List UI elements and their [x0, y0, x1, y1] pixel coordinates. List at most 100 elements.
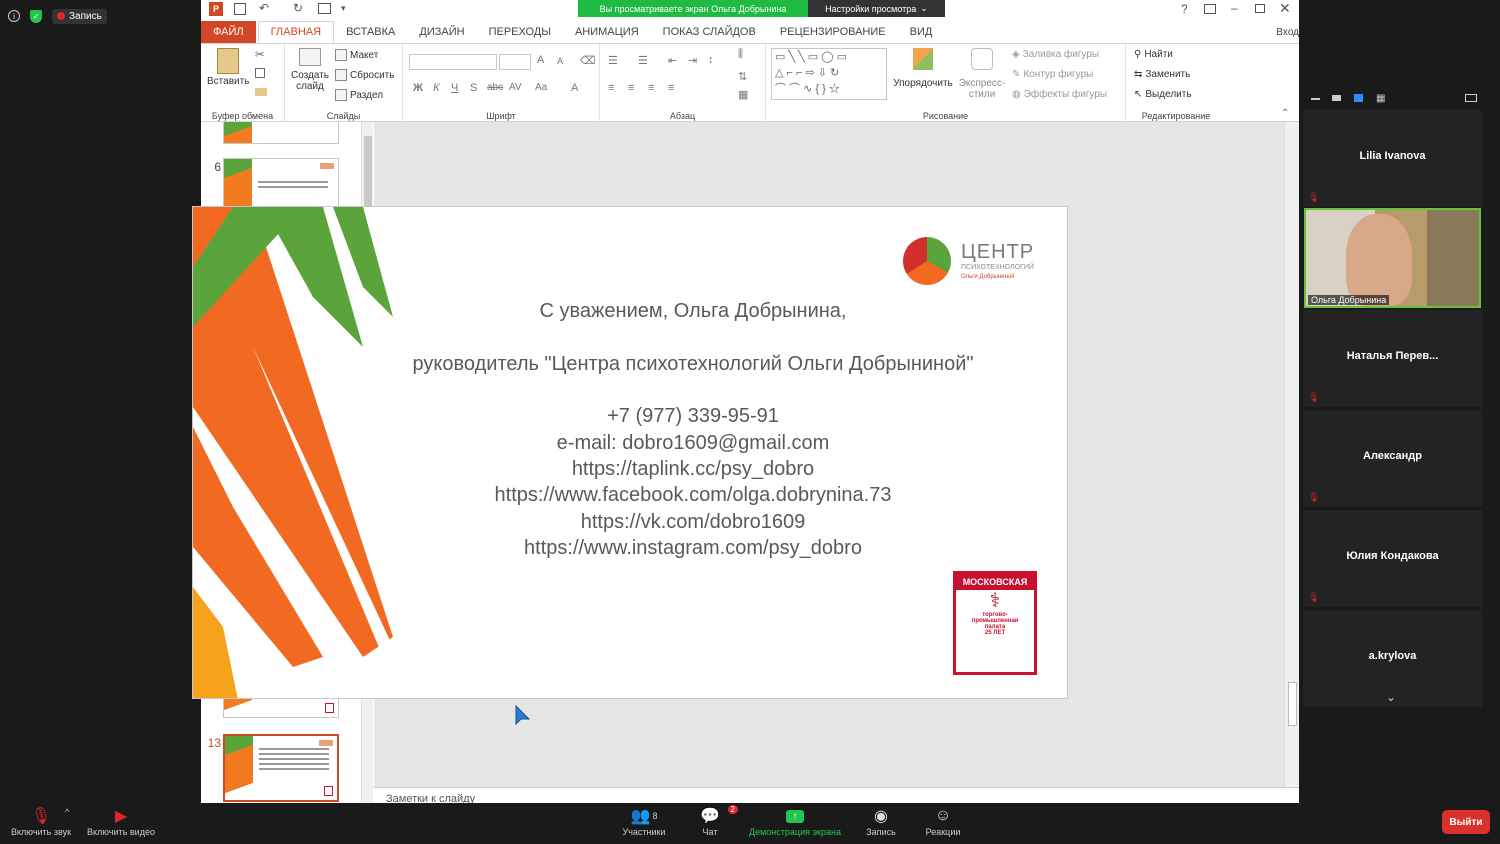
participant-video-tile[interactable]: Ольга Добрынина	[1304, 208, 1481, 308]
reset-button[interactable]: Сбросить	[335, 69, 394, 81]
tab-transitions[interactable]: ПЕРЕХОДЫ	[477, 21, 563, 43]
clear-format-icon[interactable]: ⌫	[580, 54, 596, 67]
font-color-icon[interactable]: A	[571, 82, 578, 94]
quick-styles-button[interactable]: Экспресс- стили	[956, 48, 1008, 100]
cut-icon[interactable]: ✂	[255, 48, 264, 61]
chat-button[interactable]: 💬 2 Чат	[690, 805, 738, 837]
line-spacing-icon[interactable]: ↕	[708, 54, 714, 66]
save-icon[interactable]	[234, 3, 246, 15]
start-video-button[interactable]: ▶ Включить видео	[84, 805, 158, 837]
format-painter-icon[interactable]	[255, 88, 267, 96]
tab-file[interactable]: ФАЙЛ	[201, 21, 256, 43]
smartart-icon[interactable]: ▦	[738, 88, 748, 101]
redo-icon[interactable]: ↻	[293, 1, 303, 15]
new-slide-button[interactable]: Создать слайд	[289, 48, 331, 92]
text-direction-icon[interactable]: ⇅	[738, 70, 747, 83]
close-icon[interactable]: ✕	[1279, 0, 1291, 17]
shield-icon[interactable]: ✓	[30, 9, 42, 23]
tab-review[interactable]: РЕЦЕНЗИРОВАНИЕ	[768, 21, 898, 43]
participant-name: Александр	[1363, 450, 1422, 462]
tab-design[interactable]: ДИЗАЙН	[407, 21, 476, 43]
scrollbar-thumb[interactable]	[1288, 682, 1297, 726]
help-icon[interactable]: ?	[1181, 2, 1188, 16]
zoom-top-bar: i ✓ Запись	[0, 0, 201, 32]
tab-insert[interactable]: ВСТАВКА	[334, 21, 407, 43]
speaker-view-icon[interactable]	[1332, 95, 1341, 101]
shrink-font-icon[interactable]: A	[557, 56, 563, 66]
share-screen-button[interactable]: ↑ Демонстрация экрана	[745, 805, 845, 837]
restore-icon[interactable]	[1255, 4, 1265, 13]
increase-indent-icon[interactable]: ⇥	[688, 54, 697, 67]
reactions-button[interactable]: ☺ Реакции	[920, 805, 966, 837]
decrease-indent-icon[interactable]: ⇤	[668, 54, 677, 67]
recording-indicator[interactable]: Запись	[52, 8, 107, 24]
notes-pane[interactable]: Заметки к слайду	[374, 787, 1299, 805]
tab-animations[interactable]: АНИМАЦИЯ	[563, 21, 651, 43]
align-center-icon[interactable]: ≡	[628, 82, 634, 94]
bold-icon[interactable]: Ж	[413, 82, 423, 94]
align-right-icon[interactable]: ≡	[648, 82, 654, 94]
ribbon: Вставить ✂ Буфер обмена Создать слайд Ма…	[201, 43, 1299, 122]
italic-icon[interactable]: К	[433, 82, 439, 94]
editor-scrollbar[interactable]	[1284, 122, 1299, 787]
shapes-gallery[interactable]: ▭ ╲ ╲ ▭ ◯ ▭ △ ⌐ ⌐ ⇨ ⇩ ↻ ⌒ ⌒ ∿ { } ☆	[771, 48, 887, 100]
participant-tile[interactable]: Lilia Ivanova 🎙	[1303, 110, 1482, 207]
copy-icon[interactable]	[255, 68, 265, 78]
layout-button[interactable]: Макет	[335, 49, 378, 61]
numbering-icon[interactable]: ☰	[638, 54, 648, 67]
view-settings-button[interactable]: Настройки просмотра ⌄	[808, 0, 945, 17]
font-name-select[interactable]	[409, 54, 497, 70]
arrange-button[interactable]: Упорядочить	[890, 48, 956, 89]
customize-qat-icon[interactable]: ▾	[341, 3, 346, 14]
paste-button[interactable]: Вставить	[207, 48, 249, 87]
tab-home[interactable]: ГЛАВНАЯ	[257, 21, 335, 43]
grid-view-icon[interactable]: ▦	[1376, 93, 1385, 104]
spacing-icon[interactable]: AV	[509, 82, 522, 93]
record-button[interactable]: ◉ Запись	[860, 805, 902, 837]
slide-thumbnail-selected[interactable]: 13	[201, 734, 361, 803]
shape-effects-button[interactable]: ◍ Эффекты фигуры	[1012, 89, 1107, 100]
find-button[interactable]: ⚲ Найти	[1134, 49, 1173, 60]
tab-view[interactable]: ВИД	[898, 21, 945, 43]
select-button[interactable]: ↖ Выделить	[1134, 89, 1192, 100]
section-button[interactable]: Раздел	[335, 89, 383, 101]
current-slide[interactable]: ЦЕНТР ПСИХОТЕХНОЛОГИЙ Ольги Добрыниной С…	[192, 206, 1068, 699]
collapse-ribbon-icon[interactable]: ⌃	[1281, 108, 1289, 119]
section-label: Раздел	[350, 89, 384, 101]
undo-icon[interactable]: ↶	[259, 1, 269, 15]
minimize-view-icon[interactable]	[1311, 98, 1320, 100]
shape-fill-button[interactable]: ◈ Заливка фигуры	[1012, 49, 1099, 60]
justify-icon[interactable]: ≡	[668, 82, 674, 94]
bullets-icon[interactable]: ☰	[608, 54, 618, 67]
shadow-icon[interactable]: S	[470, 82, 477, 94]
grow-font-icon[interactable]: A	[537, 54, 544, 66]
tab-slideshow[interactable]: ПОКАЗ СЛАЙДОВ	[651, 21, 768, 43]
replace-button[interactable]: ⇆ Заменить	[1134, 69, 1190, 80]
cursor-icon: ↖	[1134, 89, 1143, 100]
shape-outline-button[interactable]: ✎ Контур фигуры	[1012, 69, 1093, 80]
strip-view-icon[interactable]	[1354, 94, 1363, 102]
change-case-icon[interactable]: Aa	[535, 82, 547, 93]
columns-icon[interactable]: ⫼	[738, 48, 743, 61]
slideshow-icon[interactable]	[318, 3, 331, 14]
participant-video-face	[1346, 214, 1412, 306]
participant-tile[interactable]: Наталья Перев... 🎙	[1303, 310, 1482, 407]
minimize-icon[interactable]: ‒	[1231, 1, 1238, 15]
scroll-down-icon[interactable]: ⌄	[1386, 690, 1396, 704]
participant-tile[interactable]: Александр 🎙	[1303, 410, 1482, 507]
font-size-select[interactable]	[499, 54, 531, 70]
participants-button[interactable]: 👥 8 Участники	[615, 805, 673, 837]
slide-link-vk: https://vk.com/dobro1609	[580, 511, 806, 533]
share-screen-label: Демонстрация экрана	[749, 827, 841, 837]
ribbon-display-icon[interactable]	[1204, 4, 1216, 14]
quick-styles-label-2: стили	[968, 89, 996, 100]
underline-icon[interactable]: Ч	[451, 82, 458, 94]
leave-button[interactable]: Выйти	[1442, 810, 1490, 834]
audio-options-chevron-icon[interactable]: ^	[65, 807, 69, 817]
participant-tile[interactable]: Юлия Кондакова 🎙	[1303, 510, 1482, 607]
popout-icon[interactable]	[1465, 94, 1477, 102]
signin-link[interactable]: Вход	[1264, 21, 1299, 43]
strikethrough-icon[interactable]: abc	[487, 82, 503, 93]
info-icon[interactable]: i	[8, 10, 20, 22]
align-left-icon[interactable]: ≡	[608, 82, 614, 94]
